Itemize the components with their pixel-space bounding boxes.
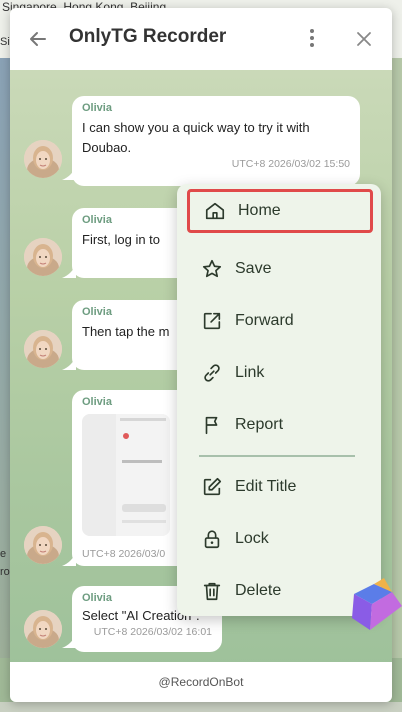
menu-item-label: Lock — [235, 530, 269, 547]
menu-item-link[interactable]: Link — [187, 351, 373, 395]
background-bottom-strip — [0, 702, 402, 712]
screenshot-thumbnail — [82, 414, 170, 536]
background-fragment: ro — [0, 566, 10, 578]
menu-item-label: Link — [235, 364, 265, 381]
menu-item-label: Save — [235, 260, 272, 277]
message-image[interactable] — [82, 414, 170, 536]
link-icon — [204, 364, 220, 382]
avatar[interactable] — [24, 238, 62, 276]
message-line: I can show you a quick way to try it wit… — [82, 120, 310, 135]
message-timestamp: UTC+8 2026/03/0 — [82, 548, 166, 560]
avatar[interactable] — [24, 610, 62, 648]
background-right-strip — [392, 58, 402, 658]
floating-app-logo-icon[interactable] — [348, 576, 402, 634]
close-icon — [357, 32, 371, 46]
avatar[interactable] — [24, 526, 62, 564]
message-bubble[interactable]: Olivia I can show you a quick way to try… — [72, 96, 360, 186]
message-text: First, log in to — [82, 232, 161, 247]
more-options-button[interactable] — [302, 26, 322, 50]
menu-item-report[interactable]: Report — [187, 403, 373, 447]
arrow-left-icon — [30, 32, 46, 46]
forward-icon — [203, 312, 221, 330]
back-button[interactable] — [26, 27, 50, 51]
message-timestamp: UTC+8 2026/03/02 16:01 — [93, 626, 212, 638]
menu-item-label: Forward — [235, 312, 294, 329]
context-menu: Home Save Forward Link Report Edit Title… — [177, 184, 381, 616]
menu-item-home[interactable]: Home — [187, 189, 373, 233]
title-bar: OnlyTG Recorder — [10, 8, 392, 70]
menu-item-save[interactable]: Save — [187, 247, 373, 291]
footer-bar: @RecordOnBot — [10, 662, 392, 702]
menu-item-label: Home — [238, 202, 281, 219]
menu-item-label: Delete — [235, 582, 282, 599]
menu-item-delete[interactable]: Delete — [187, 569, 373, 613]
lock-icon — [204, 530, 220, 549]
message-line: Doubao. — [82, 140, 132, 155]
close-button[interactable] — [352, 27, 376, 51]
avatar[interactable] — [24, 140, 62, 178]
bot-handle[interactable]: @RecordOnBot — [159, 675, 244, 689]
flag-icon — [205, 416, 218, 435]
trash-icon — [203, 582, 221, 601]
menu-item-edit-title[interactable]: Edit Title — [187, 465, 373, 509]
background-fragment: e — [0, 548, 7, 560]
message-sender: Olivia — [82, 102, 112, 114]
avatar-image — [24, 526, 62, 564]
message-sender: Olivia — [82, 306, 112, 318]
edit-icon — [203, 477, 222, 496]
menu-divider — [199, 455, 355, 457]
message-timestamp: UTC+8 2026/03/02 15:50 — [231, 158, 350, 170]
message-sender: Olivia — [82, 214, 112, 226]
message-text: Then tap the m — [82, 324, 170, 339]
more-vertical-icon — [310, 29, 314, 47]
page-title: OnlyTG Recorder — [69, 26, 227, 47]
menu-item-forward[interactable]: Forward — [187, 299, 373, 343]
avatar-image — [24, 330, 62, 368]
background-fragment: Si — [0, 36, 10, 48]
menu-item-lock[interactable]: Lock — [187, 517, 373, 561]
message-text: I can show you a quick way to try it wit… — [82, 118, 350, 158]
avatar-image — [24, 610, 62, 648]
avatar-image — [24, 238, 62, 276]
star-icon — [202, 259, 222, 278]
avatar-image — [24, 140, 62, 178]
home-icon — [205, 202, 225, 220]
menu-item-label: Edit Title — [235, 478, 297, 495]
avatar[interactable] — [24, 330, 62, 368]
recorder-window: OnlyTG Recorder Olivia I can show you a … — [10, 8, 392, 702]
menu-item-label: Report — [235, 416, 284, 433]
